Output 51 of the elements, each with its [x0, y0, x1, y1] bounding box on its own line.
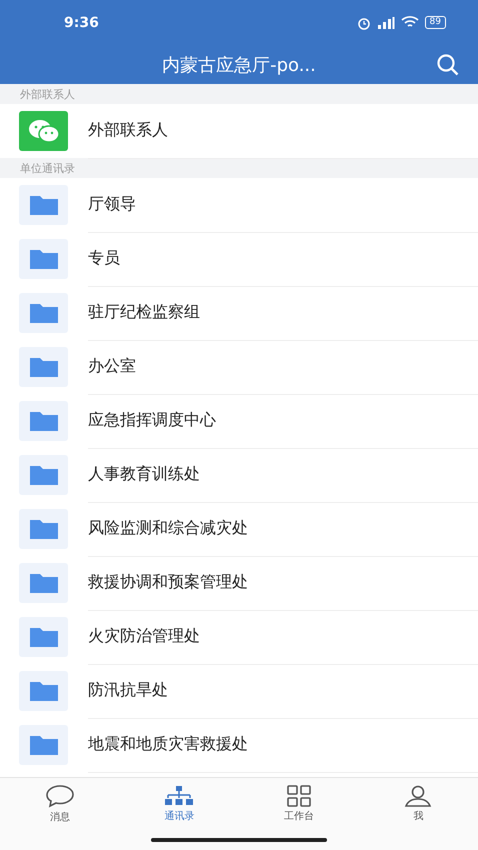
- page-title: 内蒙古应急厅-po...: [162, 54, 316, 76]
- contact-group-row[interactable]: 驻厅纪检监察组: [0, 286, 478, 340]
- status-time: 9:36: [64, 14, 99, 30]
- nav-tab[interactable]: 工作台: [239, 778, 358, 830]
- contact-group-row[interactable]: 人事教育训练处: [0, 448, 478, 502]
- group-name: 火灾防治管理处: [88, 610, 478, 664]
- contact-group-row[interactable]: 应急指挥调度中心: [0, 394, 478, 448]
- group-name: 办公室: [88, 340, 478, 394]
- contact-group-row[interactable]: 办公室: [0, 340, 478, 394]
- org-chart-icon: [163, 785, 196, 807]
- battery-level: 89: [424, 16, 446, 29]
- group-name: 驻厅纪检监察组: [88, 286, 478, 340]
- nav-tab[interactable]: 我: [358, 778, 478, 830]
- grid-icon: [286, 785, 312, 807]
- contact-group-row[interactable]: 风险监测和综合减灾处: [0, 502, 478, 556]
- folder-icon: [28, 194, 58, 216]
- search-button[interactable]: [436, 53, 460, 77]
- folder-icon: [28, 626, 58, 648]
- contact-group-row[interactable]: 火灾防治管理处: [0, 610, 478, 664]
- folder-icon: [28, 302, 58, 324]
- person-icon: [404, 785, 432, 807]
- group-name: 地震和地质灾害救援处: [88, 718, 478, 772]
- contact-group-row[interactable]: 救援协调和预案管理处: [0, 556, 478, 610]
- section-header: 单位通讯录: [0, 158, 478, 178]
- folder-icon: [28, 734, 58, 756]
- folder-icon: [28, 680, 58, 702]
- folder-icon: [28, 518, 58, 540]
- group-name: 专员: [88, 232, 478, 286]
- group-name: 防汛抗旱处: [88, 664, 478, 718]
- group-name: 人事教育训练处: [88, 448, 478, 502]
- nav-tab[interactable]: 消息: [0, 778, 120, 830]
- chat-bubbles-icon: [28, 119, 60, 143]
- chat-bubble-icon: [44, 784, 75, 808]
- group-name: 救援协调和预案管理处: [88, 556, 478, 610]
- contact-group-row[interactable]: 专员: [0, 232, 478, 286]
- folder-icon: [28, 356, 58, 378]
- contact-group-row[interactable]: 防汛抗旱处: [0, 664, 478, 718]
- section-header: 外部联系人: [0, 84, 478, 104]
- folder-icon: [28, 248, 58, 270]
- folder-icon: [28, 572, 58, 594]
- nav-tab[interactable]: 通讯录: [120, 778, 239, 830]
- group-name: 厅领导: [88, 178, 478, 232]
- contact-group-row[interactable]: 地震和地质灾害救援处: [0, 718, 478, 772]
- folder-icon: [28, 410, 58, 432]
- contact-group-row[interactable]: 厅领导: [0, 178, 478, 232]
- alarm-icon: [356, 16, 371, 30]
- wifi-icon: [400, 16, 419, 29]
- group-name: 应急指挥调度中心: [88, 394, 478, 448]
- folder-icon: [28, 464, 58, 486]
- group-name: 风险监测和综合减灾处: [88, 502, 478, 556]
- signal-icon: [376, 16, 395, 28]
